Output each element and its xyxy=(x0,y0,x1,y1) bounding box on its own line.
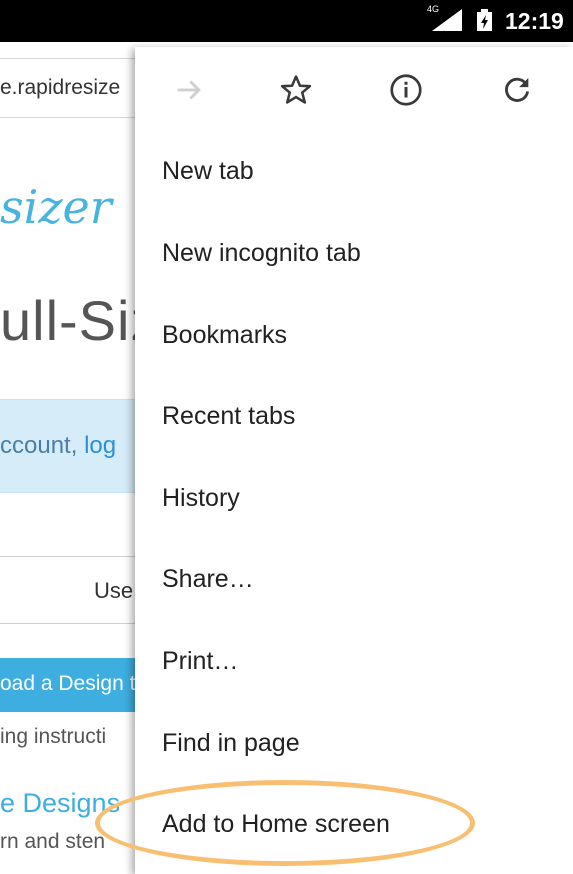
forward-icon[interactable] xyxy=(169,70,209,110)
page-tab-label: Use xyxy=(94,578,134,603)
info-icon[interactable] xyxy=(386,70,426,110)
menu-item-share[interactable]: Share… xyxy=(162,559,254,599)
menu-item-new-tab[interactable]: New tab xyxy=(162,151,254,191)
menu-item-add-to-home-screen[interactable]: Add to Home screen xyxy=(162,804,390,844)
menu-item-history[interactable]: History xyxy=(162,478,240,518)
pattern-text: rn and sten xyxy=(0,830,106,853)
upload-design-label: oad a Design t xyxy=(0,672,136,695)
menu-item-new-incognito-tab[interactable]: New incognito tab xyxy=(162,233,361,273)
notice-text: ccount, log xyxy=(0,432,116,460)
menu-item-print[interactable]: Print… xyxy=(162,641,238,681)
login-link[interactable]: log xyxy=(84,432,116,459)
notice-text-part: ccount, xyxy=(0,432,78,459)
refresh-icon[interactable] xyxy=(497,70,537,110)
menu-icon-row xyxy=(135,47,573,133)
menu-item-recent-tabs[interactable]: Recent tabs xyxy=(162,396,295,436)
status-bar: 4G 12:19 xyxy=(0,0,573,42)
signal-icon xyxy=(432,9,462,31)
overflow-menu: New tab New incognito tab Bookmarks Rece… xyxy=(135,47,573,874)
battery-icon xyxy=(477,9,492,31)
url-text[interactable]: e.rapidresize xyxy=(0,76,120,100)
designs-heading[interactable]: e Designs xyxy=(0,788,120,819)
status-time: 12:19 xyxy=(505,8,564,34)
star-icon[interactable] xyxy=(276,70,316,110)
menu-item-find-in-page[interactable]: Find in page xyxy=(162,723,300,763)
instructions-text: ing instructi xyxy=(0,725,107,748)
site-logo[interactable]: sizer xyxy=(0,180,112,234)
menu-item-bookmarks[interactable]: Bookmarks xyxy=(162,315,287,355)
